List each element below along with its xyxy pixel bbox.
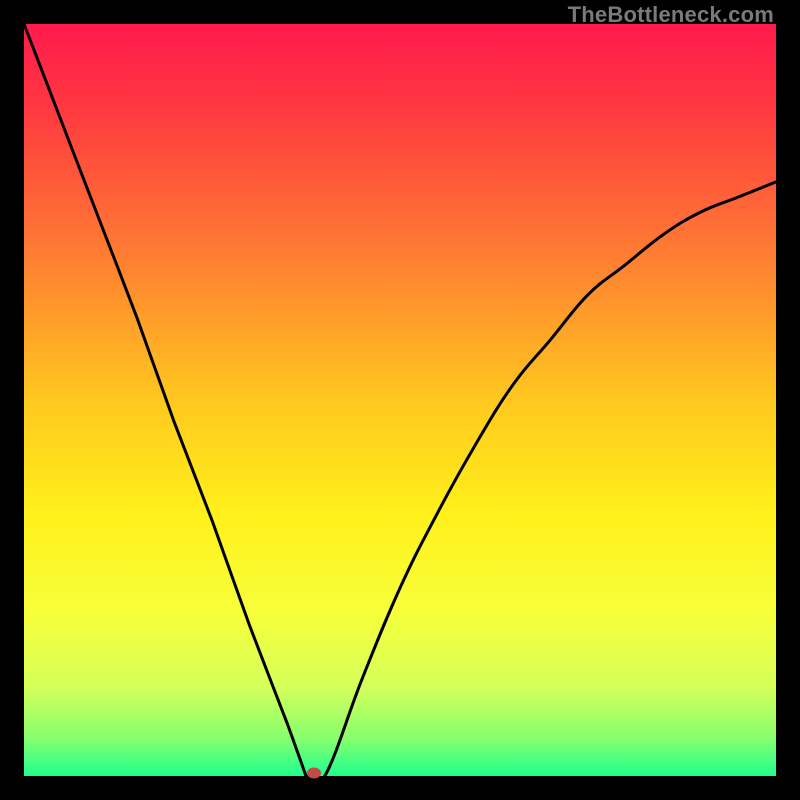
minimum-marker bbox=[307, 768, 321, 779]
watermark-text: TheBottleneck.com bbox=[568, 2, 774, 28]
plot-gradient-bg bbox=[24, 24, 776, 776]
plot-frame bbox=[24, 24, 776, 776]
